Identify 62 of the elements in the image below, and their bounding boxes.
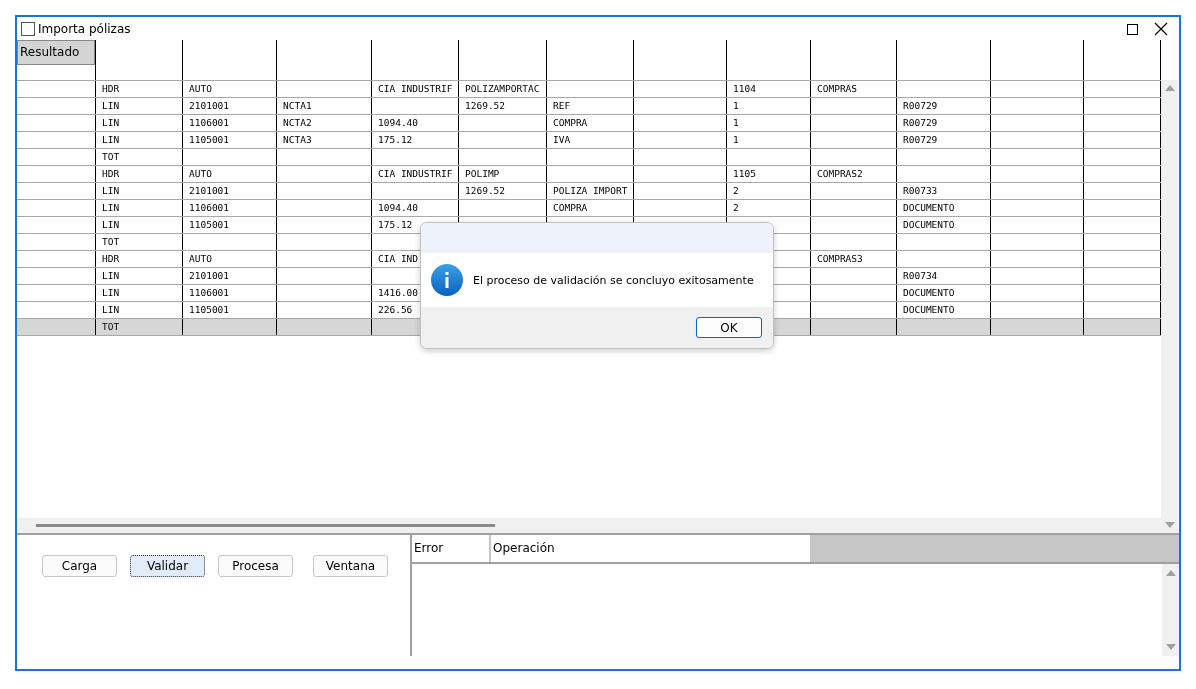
table-cell: COMPRAS2 (811, 166, 897, 182)
table-cell: COMPRAS (811, 81, 897, 97)
table-cell: NCTA3 (277, 132, 372, 148)
table-cell: R00729 (897, 132, 991, 148)
table-cell: TOT (96, 149, 183, 165)
table-cell: 1 (727, 132, 811, 148)
table-cell: HDR (96, 166, 183, 182)
table-cell: 175.12 (372, 132, 459, 148)
table-cell: R00734 (897, 268, 991, 284)
table-cell: LIN (96, 183, 183, 199)
table-cell: 1 (727, 98, 811, 114)
table-cell: LIN (96, 200, 183, 216)
table-cell: DOCUMENTO (897, 285, 991, 301)
dialog-message: El proceso de validación se concluyo exitosamente (473, 273, 754, 287)
table-cell: HDR (96, 251, 183, 267)
table-cell: DOCUMENTO (897, 200, 991, 216)
table-cell: NCTA1 (277, 98, 372, 114)
table-cell: 2101001 (183, 98, 277, 114)
table-cell: LIN (96, 115, 183, 131)
table-cell: 1104 (727, 81, 811, 97)
table-cell: 1269.52 (459, 183, 547, 199)
table-cell: CIA INDUSTRIF (372, 81, 459, 97)
table-cell: LIN (96, 268, 183, 284)
table-cell: CIA INDUSTRIF (372, 166, 459, 182)
table-cell: 1105001 (183, 217, 277, 233)
table-cell: IVA (547, 132, 634, 148)
table-cell: 2 (727, 200, 811, 216)
table-cell: POLIMP (459, 166, 547, 182)
table-cell: COMPRA (547, 200, 634, 216)
table-cell: TOT (96, 234, 183, 250)
table-cell: NCTA2 (277, 115, 372, 131)
table-cell: AUTO (183, 81, 277, 97)
table-cell: 1269.52 (459, 98, 547, 114)
table-cell: COMPRA (547, 115, 634, 131)
table-cell: LIN (96, 98, 183, 114)
table-cell: 2 (727, 183, 811, 199)
table-cell: 2101001 (183, 183, 277, 199)
table-cell: 1094.40 (372, 200, 459, 216)
table-cell: 1106001 (183, 285, 277, 301)
table-cell: R00729 (897, 115, 991, 131)
table-cell: REF (547, 98, 634, 114)
window-title: Importa pólizas (38, 21, 131, 36)
table-cell: 1106001 (183, 115, 277, 131)
table-cell: AUTO (183, 251, 277, 267)
table-cell: LIN (96, 217, 183, 233)
table-cell: 1105001 (183, 132, 277, 148)
table-cell: 1105 (727, 166, 811, 182)
table-cell: POLIZAMPORTAC (459, 81, 547, 97)
table-cell: R00733 (897, 183, 991, 199)
table-cell: COMPRAS3 (811, 251, 897, 267)
table-cell: POLIZA IMPORT (547, 183, 634, 199)
table-cell: LIN (96, 132, 183, 148)
table-cell: 2101001 (183, 268, 277, 284)
table-cell: LIN (96, 285, 183, 301)
table-cell: R00729 (897, 98, 991, 114)
table-cell: DOCUMENTO (897, 217, 991, 233)
table-cell: TOT (96, 319, 183, 335)
table-cell: 1 (727, 115, 811, 131)
table-cell: AUTO (183, 166, 277, 182)
table-cell: 1106001 (183, 200, 277, 216)
table-cell: HDR (96, 81, 183, 97)
table-cell: 1094.40 (372, 115, 459, 131)
